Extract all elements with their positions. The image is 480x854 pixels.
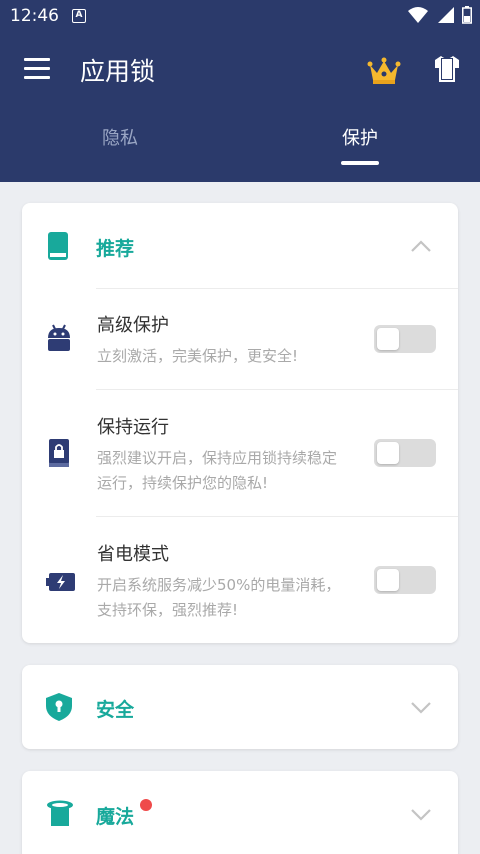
row-desc-keep-running: 强烈建议开启，保持应用锁持续稳定运行，持续保护您的隐私! [97,449,338,492]
notification-badge [140,799,152,811]
magic-hat-icon [47,800,73,826]
tab-protect[interactable]: 保护 [342,124,378,150]
row-title-keep-running: 保持运行 [97,417,169,438]
magic-card[interactable]: 魔法 [22,771,458,854]
status-time: 12:46 [10,6,59,26]
divider [96,288,458,289]
divider [96,516,458,517]
section-title-security: 安全 [96,699,135,721]
crown-icon[interactable] [367,56,401,86]
row-title-power-saving: 省电模式 [97,544,169,565]
section-title-recommended: 推荐 [96,238,135,260]
divider [96,389,458,390]
theme-shirt-icon[interactable] [432,54,462,84]
battery-status-icon [462,6,472,24]
advanced-protection-toggle[interactable] [374,325,436,353]
chevron-down-icon[interactable] [410,808,432,822]
row-desc-advanced-protection: 立刻激活，完美保护，更安全! [97,347,299,365]
recommended-card: 推荐 高级保护 立刻激活，完美保护，更安全! 保持运行 强烈建议开启，保持应用锁… [22,203,458,643]
chevron-down-icon[interactable] [410,701,432,715]
chevron-up-icon[interactable] [410,239,432,253]
section-title-magic: 魔法 [96,806,135,828]
android-icon [48,324,70,351]
row-title-advanced-protection: 高级保护 [97,315,169,336]
app-header: 12:46 A 应用锁 隐私 保护 [0,0,480,182]
menu-icon[interactable] [24,58,52,80]
keep-running-toggle[interactable] [374,439,436,467]
tab-privacy[interactable]: 隐私 [102,124,138,150]
phone-icon [48,232,68,260]
power-saving-toggle[interactable] [374,566,436,594]
security-card[interactable]: 安全 [22,665,458,749]
lock-book-icon [49,439,69,467]
signal-icon [438,7,454,23]
notification-a-icon: A [72,9,86,23]
row-desc-power-saving: 开启系统服务减少50%的电量消耗，支持环保，强烈推荐! [97,576,341,619]
tab-indicator [341,161,379,165]
status-icons [408,6,472,24]
wifi-icon [408,7,428,23]
battery-icon [46,573,75,591]
page-title: 应用锁 [80,57,156,86]
status-bar: 12:46 A [0,0,480,32]
shield-lock-icon [46,693,72,721]
